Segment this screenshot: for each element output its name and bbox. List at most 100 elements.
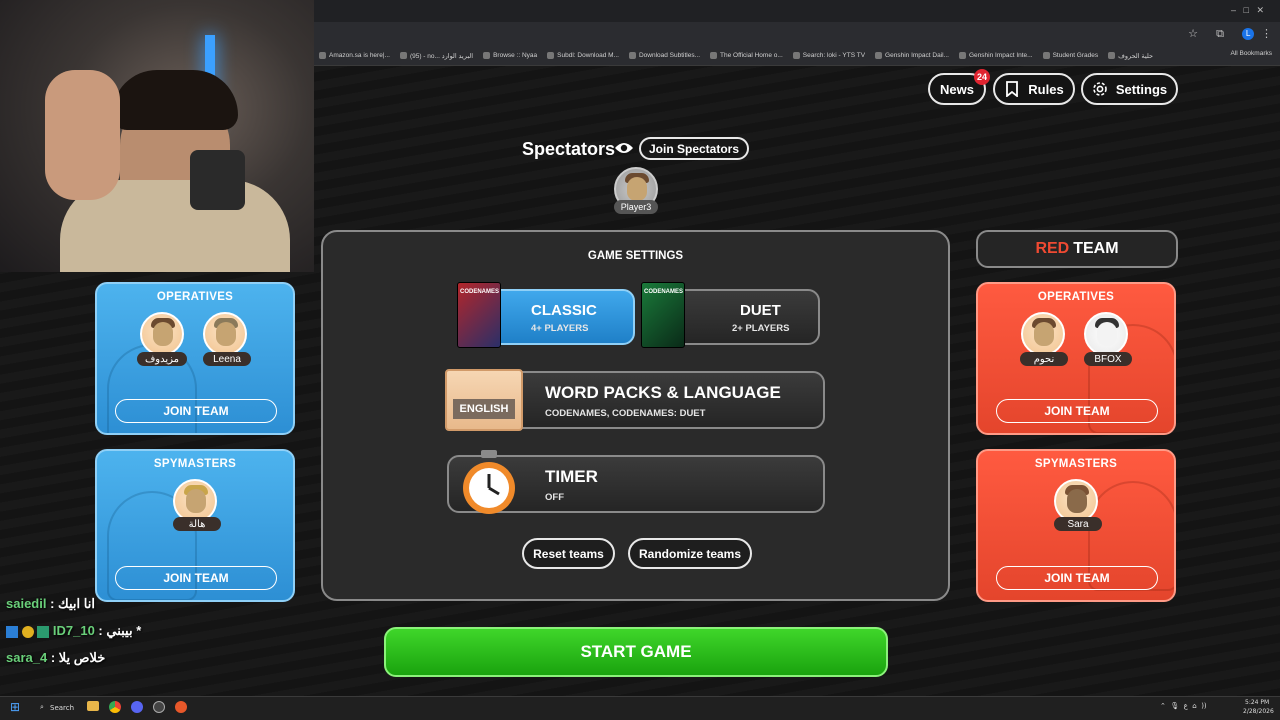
player-name: BFOX	[1084, 352, 1132, 366]
obs-icon[interactable]	[153, 701, 165, 713]
blue-spymasters-join-button[interactable]: JOIN TEAM	[115, 566, 277, 590]
spectators-title: Spectators	[522, 139, 616, 159]
menu-icon[interactable]: ⋮	[1261, 27, 1272, 40]
bookmark[interactable]: Amazon.sa is here|...	[314, 52, 395, 59]
timer-sub: OFF	[545, 492, 564, 503]
bookmark[interactable]: حلية الحروف	[1103, 52, 1158, 60]
chat-username: ID7_10	[52, 623, 95, 638]
duet-label: DUET	[740, 302, 781, 319]
news-button[interactable]: News 24	[928, 69, 990, 105]
file-explorer-icon[interactable]	[87, 701, 99, 711]
reset-teams-button[interactable]: Reset teams	[522, 538, 615, 569]
bookmark[interactable]: Subdl: Download M...	[542, 52, 624, 59]
extensions-icon[interactable]: ⧉	[1216, 27, 1224, 41]
address-bar[interactable]: ☆ ⧉ L ⋮	[314, 22, 1280, 46]
news-label: News	[940, 81, 974, 97]
red-spymasters-card: SPYMASTERS Sara JOIN TEAM	[976, 449, 1176, 602]
red-spymasters-title: SPYMASTERS	[1034, 458, 1118, 470]
taskbar-search-label[interactable]: Search	[50, 704, 74, 712]
clock-time[interactable]: 5:24 PM	[1245, 699, 1269, 706]
box-title: CODENAMES	[460, 289, 500, 295]
blue-operatives-join-button[interactable]: JOIN TEAM	[115, 399, 277, 423]
randomize-teams-button[interactable]: Randomize teams	[628, 538, 752, 569]
browser-tab-strip: – □ ✕	[314, 0, 1280, 22]
blue-operatives-title: OPERATIVES	[156, 291, 234, 303]
spectator-name: Player3	[614, 200, 658, 214]
player-name: هالة	[173, 517, 221, 531]
codenames-box-art: CODENAMES	[457, 282, 501, 348]
chat-separator: :	[94, 623, 107, 638]
clock-date[interactable]: 2/28/2026	[1243, 708, 1274, 715]
settings-button[interactable]: Settings	[1081, 73, 1178, 105]
avatar	[203, 312, 247, 356]
bookmark[interactable]: Browse :: Nyaa	[478, 52, 542, 59]
red-team-header: RED TEAM	[976, 230, 1178, 268]
chat-text: انا ابيك	[58, 596, 95, 611]
rules-button[interactable]: Rules	[993, 73, 1075, 105]
red-operatives-title: OPERATIVES	[1037, 291, 1115, 303]
chat-message: ID7_10 : بيبني *	[6, 623, 141, 639]
bookmark[interactable]: Genshin Impact Dail...	[870, 52, 954, 59]
codenames-duet-box-art: CODENAMES	[641, 282, 685, 348]
bookmarks-bar: Amazon.sa is here|... (95) - no... البري…	[314, 46, 1280, 66]
timer-label: TIMER	[545, 467, 598, 486]
rules-label: Rules	[1028, 81, 1064, 97]
language-card: ENGLISH	[445, 369, 523, 431]
red-spymasters-join-button[interactable]: JOIN TEAM	[996, 566, 1158, 590]
chat-text: خلاص يلا	[58, 650, 106, 665]
screen: – □ ✕ ☆ ⧉ L ⋮ Amazon.sa is here|... (95)…	[0, 0, 1280, 720]
start-game-button[interactable]: START GAME	[384, 627, 888, 677]
avatar	[1084, 312, 1128, 356]
avatar	[140, 312, 184, 356]
settings-label: Settings	[1115, 81, 1168, 97]
bookmark[interactable]: Search: loki - YTS TV	[788, 52, 870, 59]
window-controls[interactable]: – □ ✕	[1231, 5, 1264, 16]
thumbs-up-hand	[45, 70, 120, 200]
eye-icon	[615, 143, 633, 153]
windows-start-icon[interactable]: ⊞	[10, 700, 20, 714]
badge-icon	[6, 625, 18, 638]
badge-icon	[37, 625, 50, 638]
streamer-hair	[112, 70, 238, 130]
chat-separator: :	[46, 596, 59, 611]
player-name: مزيدوف	[137, 352, 187, 366]
chat-message: saiedil : انا ابيك	[6, 596, 95, 612]
player-name: Leena	[203, 352, 251, 366]
bookmark[interactable]: The Official Home o...	[705, 52, 788, 59]
star-icon[interactable]: ☆	[1188, 27, 1198, 40]
red-operatives-card: OPERATIVES نحوم BFOX JOIN TEAM	[976, 282, 1176, 435]
blue-operatives-card: OPERATIVES مزيدوف Leena JOIN TEAM	[95, 282, 295, 435]
tray-icons[interactable]: ⌃ 🎙 ع ⌂ ))	[1160, 702, 1207, 710]
bookmark[interactable]: (95) - no... البريد الوارد	[395, 52, 478, 60]
gear-icon	[1093, 82, 1107, 96]
word-packs-sub: CODENAMES, CODENAMES: DUET	[545, 408, 706, 419]
bookmark[interactable]: Download Subtitles...	[624, 52, 705, 59]
word-packs-label: WORD PACKS & LANGUAGE	[545, 383, 781, 402]
join-spectators-button[interactable]: Join Spectators	[639, 137, 749, 160]
all-bookmarks[interactable]: All Bookmarks	[1230, 50, 1272, 57]
red-operatives-join-button[interactable]: JOIN TEAM	[996, 399, 1158, 423]
chrome-icon[interactable]	[109, 701, 121, 713]
firefox-icon[interactable]	[175, 701, 187, 713]
team-label: TEAM	[1073, 240, 1119, 257]
red-label: RED	[1035, 240, 1070, 257]
blue-spymasters-title: SPYMASTERS	[153, 458, 237, 470]
discord-icon[interactable]	[131, 701, 143, 713]
search-icon[interactable]: ⌕	[40, 703, 44, 712]
avatar	[1021, 312, 1065, 356]
bookmark[interactable]: Genshin Impact Inte...	[954, 52, 1038, 59]
profile-icon[interactable]: L	[1242, 28, 1254, 40]
chat-username: sara_4	[6, 650, 48, 665]
chat-text: بيبني *	[106, 623, 142, 638]
box-title: CODENAMES	[644, 289, 684, 295]
webcam-overlay	[0, 0, 314, 272]
bookmark[interactable]: Student Grades	[1038, 52, 1104, 59]
microphone	[190, 150, 245, 210]
game-settings-panel: GAME SETTINGS CLASSIC 4+ PLAYERS CODENAM…	[321, 230, 950, 601]
duet-sub: 2+ PLAYERS	[732, 323, 790, 334]
player-name: نحوم	[1020, 352, 1068, 366]
chat-username: saiedil	[6, 596, 47, 611]
language-card-label: ENGLISH	[453, 399, 515, 419]
bookmark-icon	[1006, 81, 1019, 97]
player-name: Sara	[1054, 517, 1102, 531]
